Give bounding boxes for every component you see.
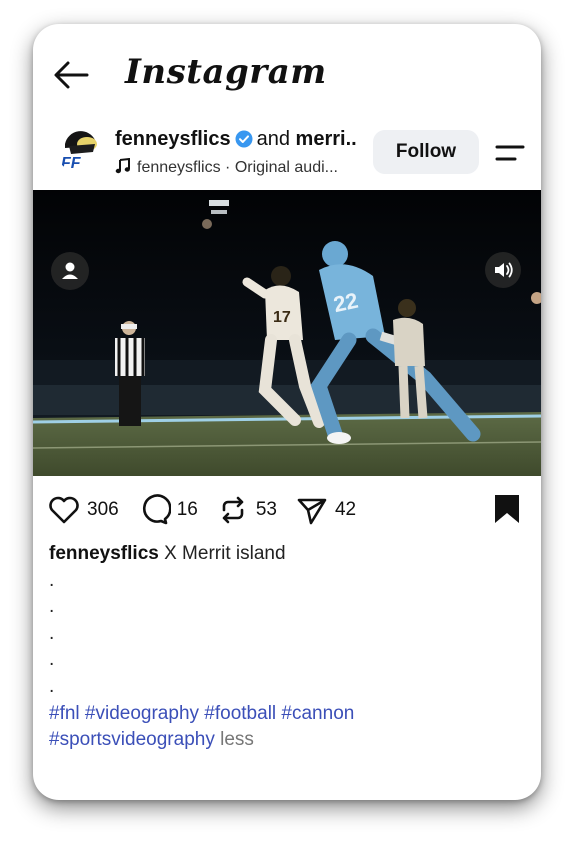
action-bar: 306 16 53 42 [47,492,374,528]
app-logo: Instagram [125,52,327,92]
comment-action[interactable]: 16 [137,493,198,527]
caption-dot: . [49,622,55,644]
repost-icon [222,496,244,524]
caption-dot: . [49,569,55,591]
follow-button[interactable]: Follow [373,130,479,174]
caption-text: X Merrit island [164,543,286,564]
avatar[interactable]: FF [55,124,103,172]
share-action[interactable]: 42 [295,493,356,527]
hashtag-link[interactable]: #football [204,703,276,724]
video-player[interactable]: 17 22 [33,190,541,476]
hashtag-link[interactable]: #sportsvideography [49,729,215,750]
caption-dot: . [49,596,55,618]
and-text: and [256,128,290,150]
less-link[interactable]: less [220,729,254,750]
comment-count: 16 [176,499,198,520]
audio-link[interactable]: fenneysflics · Original audi... [115,158,375,177]
audio-label: fenneysflics · Original audi... [137,159,338,176]
caption-username[interactable]: fenneysflics [49,543,159,564]
bookmark-icon[interactable] [493,494,521,524]
hashtags-line: #sportsvideography less [49,727,519,754]
svg-text:17: 17 [273,309,291,326]
tagged-people-button[interactable] [51,252,89,290]
svg-text:FF: FF [61,155,82,172]
sound-toggle-button[interactable] [485,252,521,288]
hashtag-link[interactable]: #fnl [49,703,80,724]
heart-icon [49,496,79,524]
comment-icon [142,494,171,525]
person-icon [62,262,78,279]
repost-action[interactable]: 53 [216,493,277,527]
verified-badge-icon [235,130,253,148]
repost-count: 53 [255,499,277,520]
post-card: Instagram FF fenneysflics and merri.. fe… [33,24,541,800]
username[interactable]: fenneysflics [115,128,231,150]
caption-dot: . [49,675,55,697]
svg-text:22: 22 [331,288,360,318]
back-arrow-icon[interactable] [53,60,89,90]
caption: fenneysflics X Merrit island . . . . . #… [49,541,519,754]
caption-dot: . [49,649,55,671]
avatar-logo: FF [61,131,97,172]
video-frame: 17 22 [33,190,541,476]
collaborator-name[interactable]: merri.. [296,128,357,150]
caption-first-line: fenneysflics X Merrit island [49,541,519,568]
speaker-icon [495,262,513,278]
hashtags-line: #fnl #videography #football #cannon [49,701,519,728]
music-note-icon [115,158,130,174]
hashtag-link[interactable]: #videography [85,703,199,724]
like-action[interactable]: 306 [47,493,119,527]
like-count: 306 [87,499,119,520]
send-icon [297,498,327,525]
menu-icon[interactable] [495,142,525,164]
post-author-line: fenneysflics and merri.. [115,128,365,151]
hashtag-link[interactable]: #cannon [281,703,354,724]
share-count: 42 [334,499,357,520]
